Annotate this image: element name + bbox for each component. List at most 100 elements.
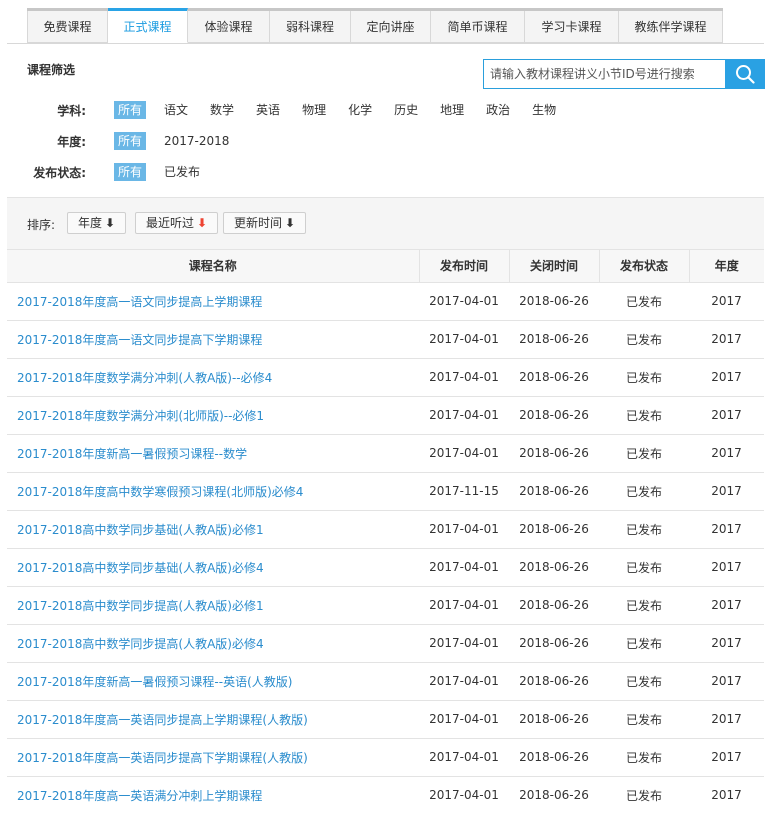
publish-time-cell: 2017-04-01 — [419, 738, 509, 777]
subject-english-chip[interactable]: 英语 — [252, 101, 284, 119]
close-time-cell: 2018-06-26 — [509, 320, 599, 359]
tab-coach-courses[interactable]: 教练伴学课程 — [619, 11, 723, 43]
close-time-cell: 2018-06-26 — [509, 586, 599, 625]
course-name-link[interactable]: 2017-2018年度数学满分冲刺(北师版)--必修1 — [7, 396, 419, 435]
close-time-cell: 2018-06-26 — [509, 358, 599, 397]
subject-geography-chip[interactable]: 地理 — [436, 101, 468, 119]
sort-by-update-button[interactable]: 更新时间 ⬇ — [223, 212, 307, 234]
subject-label: 学科: — [57, 103, 86, 118]
course-name-link[interactable]: 2017-2018年度数学满分冲刺(人教A版)--必修4 — [7, 358, 419, 397]
course-name-link[interactable]: 2017-2018高中数学同步基础(人教A版)必修1 — [7, 510, 419, 549]
table-row: 2017-2018年度高一英语同步提高上学期课程(人教版) 2017-04-01 2… — [7, 700, 764, 739]
publish-time-cell: 2017-04-01 — [419, 662, 509, 701]
close-time-cell: 2018-06-26 — [509, 624, 599, 663]
table-row: 2017-2018年度高一语文同步提高下学期课程 2017-04-01 2018-0… — [7, 320, 764, 359]
header-close-time[interactable]: 关闭时间 — [509, 250, 600, 283]
tab-free-courses[interactable]: 免费课程 — [27, 11, 108, 43]
tabs-divider — [7, 43, 764, 44]
table-row: 2017-2018年度高一英语同步提高下学期课程(人教版) 2017-04-01 2… — [7, 738, 764, 777]
close-time-cell: 2018-06-26 — [509, 776, 599, 814]
publish-status-cell: 已发布 — [599, 548, 689, 587]
tab-weak-subject-courses[interactable]: 弱科课程 — [270, 11, 351, 43]
table-row: 2017-2018年度数学满分冲刺(北师版)--必修1 2017-04-01 201… — [7, 396, 764, 435]
publish-time-cell: 2017-04-01 — [419, 358, 509, 397]
status-all-chip[interactable]: 所有 — [114, 163, 147, 181]
publish-status-cell: 已发布 — [599, 358, 689, 397]
year-cell: 2017 — [689, 472, 764, 511]
year-cell: 2017 — [689, 776, 764, 814]
search-button[interactable] — [725, 59, 765, 89]
sort-by-recent-button[interactable]: 最近听过 ⬇ — [135, 212, 219, 234]
publish-time-cell: 2017-04-01 — [419, 624, 509, 663]
year-label: 年度: — [57, 134, 86, 149]
course-tabs: 免费课程 正式课程 体验课程 弱科课程 定向讲座 简单币课程 学习卡课程 教练伴… — [27, 8, 723, 43]
course-name-link[interactable]: 2017-2018年度新高一暑假预习课程--数学 — [7, 434, 419, 473]
subject-chemistry-chip[interactable]: 化学 — [344, 101, 376, 119]
publish-status-cell: 已发布 — [599, 320, 689, 359]
publish-status-cell: 已发布 — [599, 662, 689, 701]
tab-directed-lectures[interactable]: 定向讲座 — [351, 11, 431, 43]
course-name-link[interactable]: 2017-2018年度高一语文同步提高下学期课程 — [7, 320, 419, 359]
subject-biology-chip[interactable]: 生物 — [528, 101, 560, 119]
course-name-link[interactable]: 2017-2018年度高一英语同步提高下学期课程(人教版) — [7, 738, 419, 777]
table-row: 2017-2018年度数学满分冲刺(人教A版)--必修4 2017-04-01 20… — [7, 358, 764, 397]
sort-by-year-button[interactable]: 年度 ⬇ — [67, 212, 127, 234]
publish-time-cell: 2017-04-01 — [419, 548, 509, 587]
year-cell: 2017 — [689, 624, 764, 663]
subject-chinese-chip[interactable]: 语文 — [160, 101, 192, 119]
year-cell: 2017 — [689, 738, 764, 777]
course-name-link[interactable]: 2017-2018年度高一英语满分冲刺上学期课程 — [7, 776, 419, 814]
tab-formal-courses[interactable]: 正式课程 — [108, 8, 188, 43]
header-year[interactable]: 年度 — [689, 250, 764, 283]
close-time-cell: 2018-06-26 — [509, 282, 599, 321]
close-time-cell: 2018-06-26 — [509, 662, 599, 701]
course-name-link[interactable]: 2017-2018年度新高一暑假预习课程--英语(人教版) — [7, 662, 419, 701]
search-box — [483, 59, 765, 89]
course-name-link[interactable]: 2017-2018高中数学同步基础(人教A版)必修4 — [7, 548, 419, 587]
close-time-cell: 2018-06-26 — [509, 700, 599, 739]
header-publish-status[interactable]: 发布状态 — [599, 250, 690, 283]
subject-politics-chip[interactable]: 政治 — [482, 101, 514, 119]
course-name-link[interactable]: 2017-2018年度高一语文同步提高上学期课程 — [7, 282, 419, 321]
subject-math-chip[interactable]: 数学 — [206, 101, 238, 119]
sort-bar: 排序: 年度 ⬇ 最近听过 ⬇ 更新时间 ⬇ — [7, 197, 764, 250]
course-name-link[interactable]: 2017-2018高中数学同步提高(人教A版)必修4 — [7, 624, 419, 663]
search-input[interactable] — [483, 59, 725, 89]
header-course-name[interactable]: 课程名称 — [7, 250, 420, 283]
search-icon — [736, 65, 755, 84]
publish-status-cell: 已发布 — [599, 738, 689, 777]
year-cell: 2017 — [689, 282, 764, 321]
year-cell: 2017 — [689, 662, 764, 701]
year-filter-row: 年度: 所有 2017-2018 — [0, 131, 233, 151]
year-all-chip[interactable]: 所有 — [114, 132, 147, 150]
course-table: 课程名称 发布时间 关闭时间 发布状态 年度 2017-2018年度高一语文同步… — [7, 250, 764, 814]
publish-time-cell: 2017-04-01 — [419, 586, 509, 625]
subject-history-chip[interactable]: 历史 — [390, 101, 422, 119]
year-2017-2018-chip[interactable]: 2017-2018 — [160, 132, 233, 150]
status-label: 发布状态: — [33, 165, 86, 180]
table-row: 2017-2018年度高中数学寒假预习课程(北师版)必修4 2017-11-15 2… — [7, 472, 764, 511]
tab-coin-courses[interactable]: 简单币课程 — [431, 11, 525, 43]
sort-recent-label: 最近听过 — [146, 216, 195, 230]
tab-study-card-courses[interactable]: 学习卡课程 — [525, 11, 619, 43]
publish-status-cell: 已发布 — [599, 282, 689, 321]
year-cell: 2017 — [689, 510, 764, 549]
year-cell: 2017 — [689, 548, 764, 587]
filter-title: 课程筛选 — [27, 63, 76, 77]
publish-time-cell: 2017-04-01 — [419, 396, 509, 435]
subject-filter-row: 学科: 所有 语文 数学 英语 物理 化学 历史 地理 政治 生物 — [0, 100, 560, 120]
publish-status-cell: 已发布 — [599, 472, 689, 511]
course-name-link[interactable]: 2017-2018高中数学同步提高(人教A版)必修1 — [7, 586, 419, 625]
course-name-link[interactable]: 2017-2018年度高一英语同步提高上学期课程(人教版) — [7, 700, 419, 739]
year-cell: 2017 — [689, 320, 764, 359]
course-name-link[interactable]: 2017-2018年度高中数学寒假预习课程(北师版)必修4 — [7, 472, 419, 511]
table-row: 2017-2018高中数学同步基础(人教A版)必修4 2017-04-01 2018… — [7, 548, 764, 587]
subject-physics-chip[interactable]: 物理 — [298, 101, 330, 119]
tab-trial-courses[interactable]: 体验课程 — [188, 11, 270, 43]
arrow-down-icon: ⬇ — [105, 216, 116, 230]
publish-status-cell: 已发布 — [599, 700, 689, 739]
header-publish-time[interactable]: 发布时间 — [419, 250, 510, 283]
sort-update-label: 更新时间 — [234, 216, 283, 230]
subject-all-chip[interactable]: 所有 — [114, 101, 147, 119]
status-published-chip[interactable]: 已发布 — [160, 163, 204, 181]
